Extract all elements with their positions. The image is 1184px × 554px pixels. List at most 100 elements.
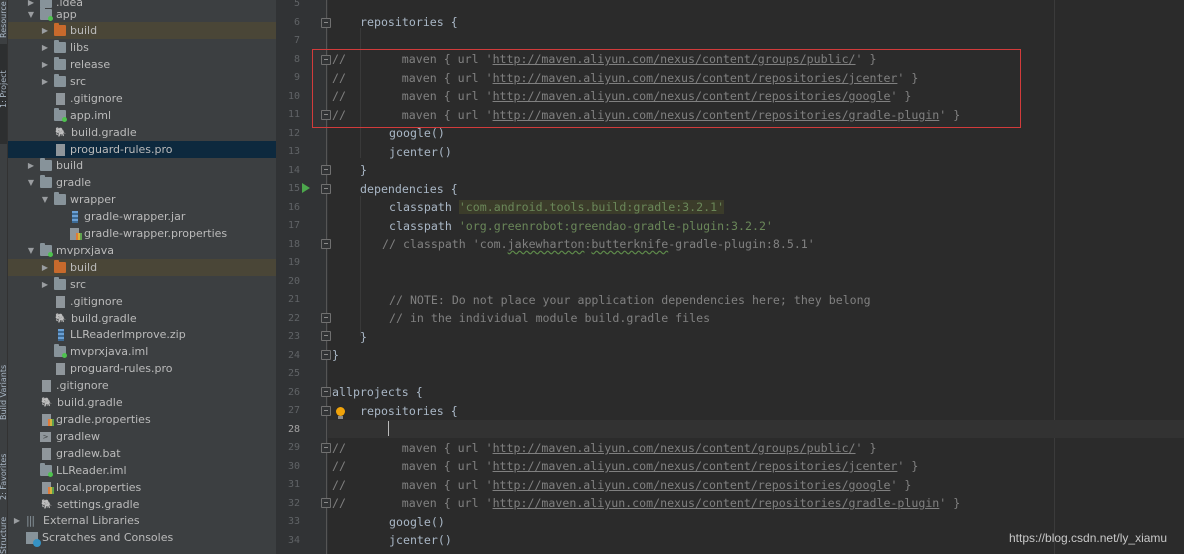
tree-item[interactable]: 🐘 build.gradle — [8, 310, 276, 327]
tree-item[interactable]: gradle-wrapper.properties — [8, 225, 276, 242]
tree-item[interactable]: LLReader.iml — [8, 462, 276, 479]
run-gutter-icon[interactable] — [302, 183, 310, 193]
code-line-14[interactable]: } — [360, 161, 367, 179]
tree-item-label: .gitignore — [70, 92, 123, 105]
line-number: 32 — [287, 497, 300, 509]
line-number: 10 — [287, 90, 300, 102]
code-line-32[interactable]: // maven { url 'http://maven.aliyun.com/… — [332, 494, 960, 512]
resource-manager-tab[interactable]: Resource Manager — [0, 0, 8, 38]
tree-item[interactable]: ▶ build — [8, 157, 276, 174]
code-line-23[interactable]: } — [360, 328, 367, 346]
tree-item[interactable]: LLReaderImprove.zip — [8, 326, 276, 343]
intention-bulb-icon[interactable] — [336, 407, 345, 419]
tree-item[interactable]: .gitignore — [8, 90, 276, 107]
url-link[interactable]: http://maven.aliyun.com/nexus/content/re… — [493, 478, 891, 492]
string-literal: 'com.android.tools.build:gradle:3.2.1' — [458, 200, 725, 214]
tree-item[interactable]: gradle.properties — [8, 411, 276, 428]
tree-item[interactable]: ▼ mvprxjava — [8, 242, 276, 259]
tree-item[interactable]: ▶ release — [8, 56, 276, 73]
tree-item[interactable]: Scratches and Consoles — [8, 529, 276, 547]
fold-marker-icon[interactable] — [321, 350, 331, 360]
expand-down-icon[interactable]: ▼ — [40, 195, 50, 204]
fold-marker-icon[interactable] — [321, 18, 331, 28]
code-line-33[interactable]: google() — [389, 513, 445, 531]
expand-right-icon[interactable]: ▶ — [40, 280, 50, 289]
properties-icon — [42, 481, 54, 494]
tree-item[interactable]: 🐘 build.gradle — [8, 124, 276, 141]
code-text: allprojects { — [332, 385, 423, 399]
line-number: 19 — [287, 257, 300, 268]
expand-right-icon[interactable]: ▶ — [40, 43, 50, 52]
structure-tab[interactable]: Structure — [0, 508, 8, 554]
tree-item[interactable]: app.iml — [8, 107, 276, 124]
code-line-27[interactable]: repositories { — [360, 402, 458, 420]
fold-marker-icon[interactable] — [321, 239, 331, 249]
expand-down-icon[interactable]: ▼ — [26, 178, 36, 187]
expand-right-icon[interactable]: ▶ — [12, 516, 22, 525]
expand-right-icon[interactable]: ▶ — [26, 161, 36, 170]
expand-down-icon[interactable]: ▼ — [26, 10, 36, 19]
code-line-6[interactable]: repositories { — [360, 13, 458, 31]
code-line-29[interactable]: // maven { url 'http://maven.aliyun.com/… — [332, 439, 876, 457]
code-line-34[interactable]: jcenter() — [389, 531, 452, 549]
code-text: // NOTE: Do not place your application d… — [389, 293, 871, 307]
jar-icon — [72, 210, 78, 223]
fold-marker-icon[interactable] — [321, 498, 331, 508]
fold-marker-icon[interactable] — [321, 387, 331, 397]
url-link[interactable]: http://maven.aliyun.com/nexus/content/gr… — [493, 441, 856, 455]
fold-marker-icon[interactable] — [321, 331, 331, 341]
code-text: maven { url ' — [345, 496, 493, 510]
code-line-21[interactable]: // NOTE: Do not place your application d… — [389, 291, 871, 309]
tree-item[interactable]: ▼ gradle — [8, 174, 276, 191]
code-line-18[interactable]: // classpath 'com.jakewharton:butterknif… — [382, 235, 815, 253]
expand-right-icon[interactable]: ▶ — [40, 60, 50, 69]
code-line-30[interactable]: // maven { url 'http://maven.aliyun.com/… — [332, 457, 918, 475]
tree-item[interactable]: ▶ src — [8, 73, 276, 90]
code-line-16[interactable]: classpath 'com.android.tools.build:gradl… — [389, 198, 725, 216]
fold-marker-icon[interactable] — [321, 443, 331, 453]
favorites-tab[interactable]: 2: Favorites — [0, 430, 8, 500]
build-variants-tab[interactable]: Build Variants — [0, 340, 8, 420]
code-line-31[interactable]: // maven { url 'http://maven.aliyun.com/… — [332, 476, 911, 494]
expand-right-icon[interactable]: ▶ — [40, 263, 50, 272]
tree-item[interactable]: ▶ src — [8, 276, 276, 293]
url-link[interactable]: http://maven.aliyun.com/nexus/content/re… — [493, 459, 898, 473]
code-line-24[interactable]: } — [332, 346, 339, 364]
tree-item[interactable]: 🐘 build.gradle — [8, 394, 276, 411]
tree-item[interactable]: .gitignore — [8, 377, 276, 394]
tree-item[interactable]: ▶ build — [8, 22, 276, 39]
tree-item[interactable]: gradle-wrapper.jar — [8, 208, 276, 225]
tree-item[interactable]: ▶ ||| External Libraries — [8, 512, 276, 529]
tree-item[interactable]: .gitignore — [8, 293, 276, 310]
tree-item[interactable]: local.properties — [8, 479, 276, 496]
code-line-26[interactable]: allprojects { — [332, 383, 423, 401]
code-line-22[interactable]: // in the individual module build.gradle… — [389, 309, 710, 327]
module-badge-icon — [48, 16, 53, 21]
tree-item-label: LLReaderImprove.zip — [70, 328, 186, 341]
tree-item[interactable]: proguard-rules.pro — [8, 360, 276, 377]
gradle-icon: 🐘 — [55, 127, 67, 138]
fold-marker-icon[interactable] — [321, 165, 331, 175]
fold-marker-icon[interactable] — [321, 313, 331, 323]
tree-item[interactable]: gradlew.bat — [8, 445, 276, 462]
tree-item[interactable]: ▼ app — [8, 6, 276, 23]
tree-item[interactable]: 🐘 settings.gradle — [8, 496, 276, 513]
code-line-13[interactable]: jcenter() — [389, 143, 452, 161]
tree-item[interactable]: > gradlew — [8, 428, 276, 445]
project-tab[interactable]: 1: Project — [0, 48, 8, 108]
tree-item[interactable]: proguard-rules.pro — [8, 141, 276, 158]
code-line-17[interactable]: classpath 'org.greenrobot:greendao-gradl… — [389, 217, 773, 235]
tree-item[interactable]: ▶ libs — [8, 39, 276, 56]
tree-item[interactable]: mvprxjava.iml — [8, 343, 276, 360]
module-folder-icon — [40, 243, 53, 257]
tree-item[interactable]: ▶ build — [8, 259, 276, 276]
fold-marker-icon[interactable] — [321, 184, 331, 194]
code-line-15[interactable]: dependencies { — [360, 180, 458, 198]
url-link[interactable]: http://maven.aliyun.com/nexus/content/re… — [493, 496, 940, 510]
code-text: classpath — [389, 219, 459, 233]
fold-marker-icon[interactable] — [321, 406, 331, 416]
expand-right-icon[interactable]: ▶ — [40, 77, 50, 86]
expand-down-icon[interactable]: ▼ — [26, 246, 36, 255]
expand-right-icon[interactable]: ▶ — [40, 26, 50, 35]
tree-item[interactable]: ▼ wrapper — [8, 191, 276, 208]
